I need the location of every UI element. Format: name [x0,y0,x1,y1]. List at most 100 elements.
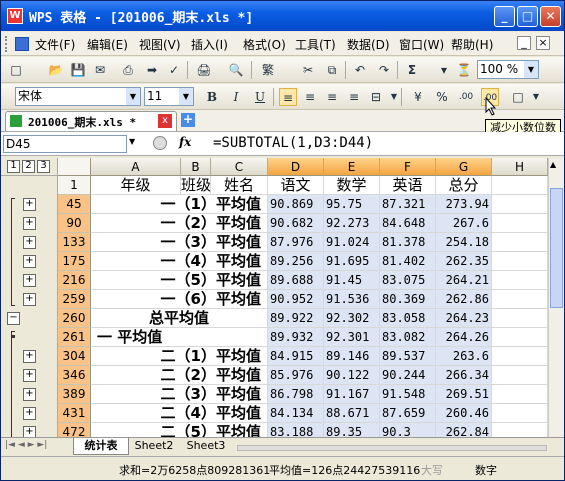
expand-group-icon[interactable]: + [23,293,36,306]
horizontal-scrollbar[interactable] [237,445,547,451]
value-cell-f[interactable]: 84.648 [380,214,436,233]
maximize-button[interactable]: □ [517,6,538,27]
value-cell-d[interactable]: 89.932 [268,328,324,347]
expand-group-icon[interactable]: + [23,350,36,363]
value-cell-g[interactable]: 267.6 [436,214,492,233]
redo-icon[interactable]: ↷ [375,61,393,79]
label-cell[interactable]: 一 平均值 [91,328,268,347]
row-header[interactable]: 260 [58,309,91,328]
value-cell-f[interactable]: 91.548 [380,385,436,404]
value-cell-d[interactable]: 89.688 [268,271,324,290]
select-all-corner[interactable] [58,158,91,176]
border-icon[interactable]: □ [509,88,527,106]
value-cell-d[interactable]: 89.256 [268,252,324,271]
value-cell-g[interactable]: 269.51 [436,385,492,404]
row-header[interactable]: 389 [58,385,91,404]
value-cell-f[interactable]: 81.378 [380,233,436,252]
value-cell-e[interactable]: 92.301 [324,328,380,347]
menu-window[interactable]: 窗口(W) [399,36,444,53]
menu-app-icon[interactable] [15,37,29,51]
menu-insert[interactable]: 插入(I) [191,36,228,53]
empty-cell-h[interactable] [492,290,548,309]
font-name-select[interactable]: 宋体 ▼ [15,87,141,106]
expand-group-icon[interactable]: + [23,198,36,211]
value-cell-g[interactable]: 264.26 [436,328,492,347]
preview-icon[interactable]: 🔍 [227,61,245,79]
label-cell[interactable]: 一（4）平均值 [91,252,268,271]
traditional-chinese-icon[interactable]: 繁 [259,61,277,79]
outline-level-2-button[interactable]: 2 [22,160,35,173]
merge-center-icon[interactable]: ⊟ [367,88,385,106]
menu-data[interactable]: 数据(D) [347,36,390,53]
chevron-down-icon[interactable]: ▼ [179,88,193,105]
outline-level-3-button[interactable]: 3 [37,160,50,173]
minimize-button[interactable]: _ [494,6,515,27]
value-cell-e[interactable]: 95.75 [324,195,380,214]
expand-group-icon[interactable]: + [23,217,36,230]
document-tab[interactable]: 201006_期末.xls * x [5,111,177,131]
cut-icon[interactable]: ✂ [299,61,317,79]
underline-button[interactable]: U [251,88,269,106]
label-cell[interactable]: 一（1）平均值 [91,195,268,214]
scroll-thumb[interactable] [550,188,563,308]
zoom-select[interactable]: 100 % ▼ [477,60,539,79]
menu-help[interactable]: 帮助(H) [451,36,493,53]
row-header[interactable]: 216 [58,271,91,290]
header-cell-g[interactable]: 总分 [436,176,492,195]
empty-cell-h[interactable] [492,366,548,385]
doc-minimize-button[interactable]: _ [517,36,531,50]
sheet-tab-active[interactable]: 统计表 [73,438,129,455]
value-cell-d[interactable]: 84.915 [268,347,324,366]
expand-group-icon[interactable]: + [23,236,36,249]
label-cell[interactable]: 二（5）平均值 [91,423,268,437]
scroll-up-icon[interactable]: ▲ [550,160,556,169]
copy-icon[interactable]: ⧉ [323,61,341,79]
value-cell-g[interactable]: 263.6 [436,347,492,366]
label-cell[interactable]: 总平均值 [91,309,268,328]
vertical-scrollbar[interactable]: ▲ [548,158,564,437]
empty-cell-h[interactable] [492,423,548,437]
sheet-nav-buttons[interactable]: |◄ ◄ ► ►| [5,440,47,450]
value-cell-d[interactable]: 89.922 [268,309,324,328]
print-icon[interactable]: 🖨 [195,61,213,79]
align-center-icon[interactable]: ≡ [301,88,319,106]
sheet-tab[interactable]: Sheet2 [129,439,179,454]
value-cell-f[interactable]: 83.082 [380,328,436,347]
header-cell-f[interactable]: 英语 [380,176,436,195]
sort-icon[interactable]: ⏳ [455,61,473,79]
column-header-f[interactable]: F [380,158,436,176]
header-cell-a[interactable]: 年级 [91,176,181,195]
column-header-c[interactable]: C [211,158,268,176]
filter-icon[interactable]: ▾ [435,61,453,79]
value-cell-e[interactable]: 91.167 [324,385,380,404]
sheet-tab[interactable]: Sheet3 [181,439,231,454]
expand-group-icon[interactable]: + [23,274,36,287]
value-cell-d[interactable]: 90.952 [268,290,324,309]
value-cell-e[interactable]: 89.146 [324,347,380,366]
chevron-down-icon[interactable]: ▼ [126,88,140,105]
label-cell[interactable]: 一（5）平均值 [91,271,268,290]
spellcheck-icon[interactable]: ✓ [165,61,183,79]
email-icon[interactable]: ✉ [91,61,109,79]
label-cell[interactable]: 一（6）平均值 [91,290,268,309]
value-cell-g[interactable]: 260.46 [436,404,492,423]
value-cell-d[interactable]: 86.798 [268,385,324,404]
label-cell[interactable]: 一（3）平均值 [91,233,268,252]
menu-view[interactable]: 视图(V) [139,36,181,53]
value-cell-d[interactable]: 85.976 [268,366,324,385]
value-cell-e[interactable]: 92.273 [324,214,380,233]
value-cell-g[interactable]: 262.84 [436,423,492,437]
close-button[interactable]: ✕ [540,6,561,27]
row-header[interactable]: 90 [58,214,91,233]
empty-cell-h[interactable] [492,195,548,214]
outline-level-1-button[interactable]: 1 [7,160,20,173]
italic-button[interactable]: I [227,88,245,106]
label-cell[interactable]: 二（3）平均值 [91,385,268,404]
formula-input[interactable]: =SUBTOTAL(1,D3:D44) [213,135,373,151]
value-cell-f[interactable]: 81.402 [380,252,436,271]
value-cell-g[interactable]: 266.34 [436,366,492,385]
menu-tools[interactable]: 工具(T) [295,36,336,53]
bold-button[interactable]: B [203,88,221,106]
empty-cell-h[interactable] [492,347,548,366]
cell-reference-box[interactable]: D45 [3,135,127,153]
